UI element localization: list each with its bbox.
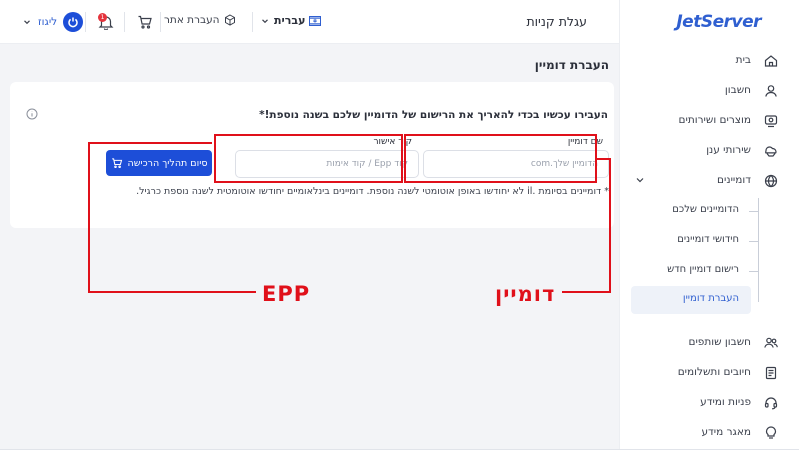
annotation-epp-bottom-line (88, 291, 256, 293)
topbar-divider (124, 12, 125, 32)
annotation-epp-box (214, 134, 403, 183)
annotation-epp-left-line (88, 142, 90, 292)
annotation-domain-label: דומיין (495, 282, 556, 306)
cloud-icon (765, 146, 777, 157)
sidebar-item-label: שירותי ענן (706, 144, 751, 156)
cart-icon[interactable] (137, 14, 153, 30)
home-icon (764, 55, 778, 67)
invoice-icon (765, 366, 777, 380)
topbar-divider (160, 12, 161, 32)
power-icon (63, 12, 84, 32)
sidebar-item-support[interactable]: פניות ומידע (619, 390, 799, 416)
sidebar-item-partners[interactable]: חשבון שותפים (619, 330, 799, 356)
site-transfer-link[interactable]: העברת אתר (164, 14, 236, 26)
info-icon[interactable] (26, 108, 38, 120)
submenu-tick (749, 271, 759, 272)
page-title: העברת דומיין (534, 58, 609, 72)
sidebar-item-label: בית (735, 54, 751, 66)
headset-icon (764, 397, 778, 410)
sidebar-item-label: פניות ומידע (700, 396, 751, 408)
bulb-icon (765, 426, 777, 439)
box-icon (764, 115, 778, 128)
topbar: עגלת קניות עברית העברת אתר 1 ליגוז (0, 0, 619, 44)
flag-icon (309, 15, 322, 26)
chevron-down-icon (262, 18, 268, 23)
annotation-domain-right-tick (596, 158, 610, 160)
topbar-title: עגלת קניות (526, 14, 587, 29)
chevron-down-icon (24, 20, 30, 25)
annotation-epp-label: EPP (262, 282, 311, 306)
sidebar-subitem-my-domains[interactable]: הדומיינים שלכם (619, 200, 799, 222)
complete-purchase-label: סיום תהליך הרכישה (127, 157, 208, 169)
sidebar-item-cloud[interactable]: שירותי ענן (619, 138, 799, 164)
sidebar-subitem-label: רישום דומיין חדש (667, 264, 739, 275)
sidebar-item-label: חשבון (724, 84, 751, 96)
renewal-note: * דומיינים בסיומת .il לא יחודשו באופן או… (136, 186, 609, 197)
cube-icon (224, 14, 235, 26)
globe-icon (764, 174, 778, 188)
sidebar-item-billing[interactable]: חיובים ותשלומים (619, 360, 799, 386)
sidebar-item-knowledgebase[interactable]: מאגר מידע (619, 420, 799, 446)
sidebar-subitem-label: הדומיינים שלכם (672, 204, 739, 215)
sidebar-subitem-renewals[interactable]: חידושי דומיינים (619, 230, 799, 252)
submenu-tick (749, 241, 759, 242)
sidebar-item-label: מוצרים ושירותים (678, 114, 751, 126)
language-selector[interactable]: עברית (260, 14, 322, 27)
sidebar-subitem-label: העברת דומיין (682, 293, 739, 304)
site-transfer-label: העברת אתר (164, 14, 220, 26)
sidebar-item-home[interactable]: בית (619, 48, 799, 74)
sidebar-subitem-register[interactable]: רישום דומיין חדש (619, 260, 799, 282)
partners-icon (764, 337, 778, 348)
brand-logo[interactable]: JetServer (676, 12, 761, 32)
notification-badge: 1 (98, 13, 107, 22)
user-name: ליגוז (38, 16, 58, 28)
sidebar-item-label: דומיינים (717, 174, 751, 186)
complete-purchase-button[interactable]: סיום תהליך הרכישה (106, 150, 212, 176)
cart-icon (111, 158, 122, 169)
card-heading: העבירו עכשיו בכדי להאריך את הרישום של הד… (259, 109, 608, 121)
sidebar-subitem-transfer[interactable]: העברת דומיין (631, 286, 751, 314)
topbar-divider (252, 12, 253, 32)
sidebar-item-domains[interactable]: דומיינים (619, 168, 799, 194)
sidebar-item-products[interactable]: מוצרים ושירותים (619, 108, 799, 134)
main-content: העברת דומיין העבירו עכשיו בכדי להאריך את… (0, 44, 619, 449)
sidebar-item-label: חשבון שותפים (688, 336, 751, 348)
sidebar: JetServer בית חשבון מוצרים ושירותים שירו… (619, 0, 799, 449)
user-menu[interactable]: ליגוז (22, 12, 84, 32)
annotation-epp-top-line (88, 142, 212, 144)
submenu-tick (749, 211, 759, 212)
topbar-divider (85, 12, 86, 32)
sidebar-item-label: מאגר מידע (701, 426, 751, 438)
chevron-down-icon[interactable] (634, 174, 646, 186)
annotation-epp-join (214, 142, 216, 144)
sidebar-item-account[interactable]: חשבון (619, 78, 799, 104)
language-label: עברית (274, 14, 306, 27)
sidebar-item-label: חיובים ותשלומים (677, 366, 751, 378)
annotation-domain-box (404, 134, 597, 183)
sidebar-subitem-label: חידושי דומיינים (677, 234, 739, 245)
user-icon (765, 85, 777, 97)
annotation-domain-right-line (609, 158, 611, 293)
app-window: JetServer בית חשבון מוצרים ושירותים שירו… (0, 0, 799, 450)
annotation-domain-bottom-line (562, 291, 611, 293)
